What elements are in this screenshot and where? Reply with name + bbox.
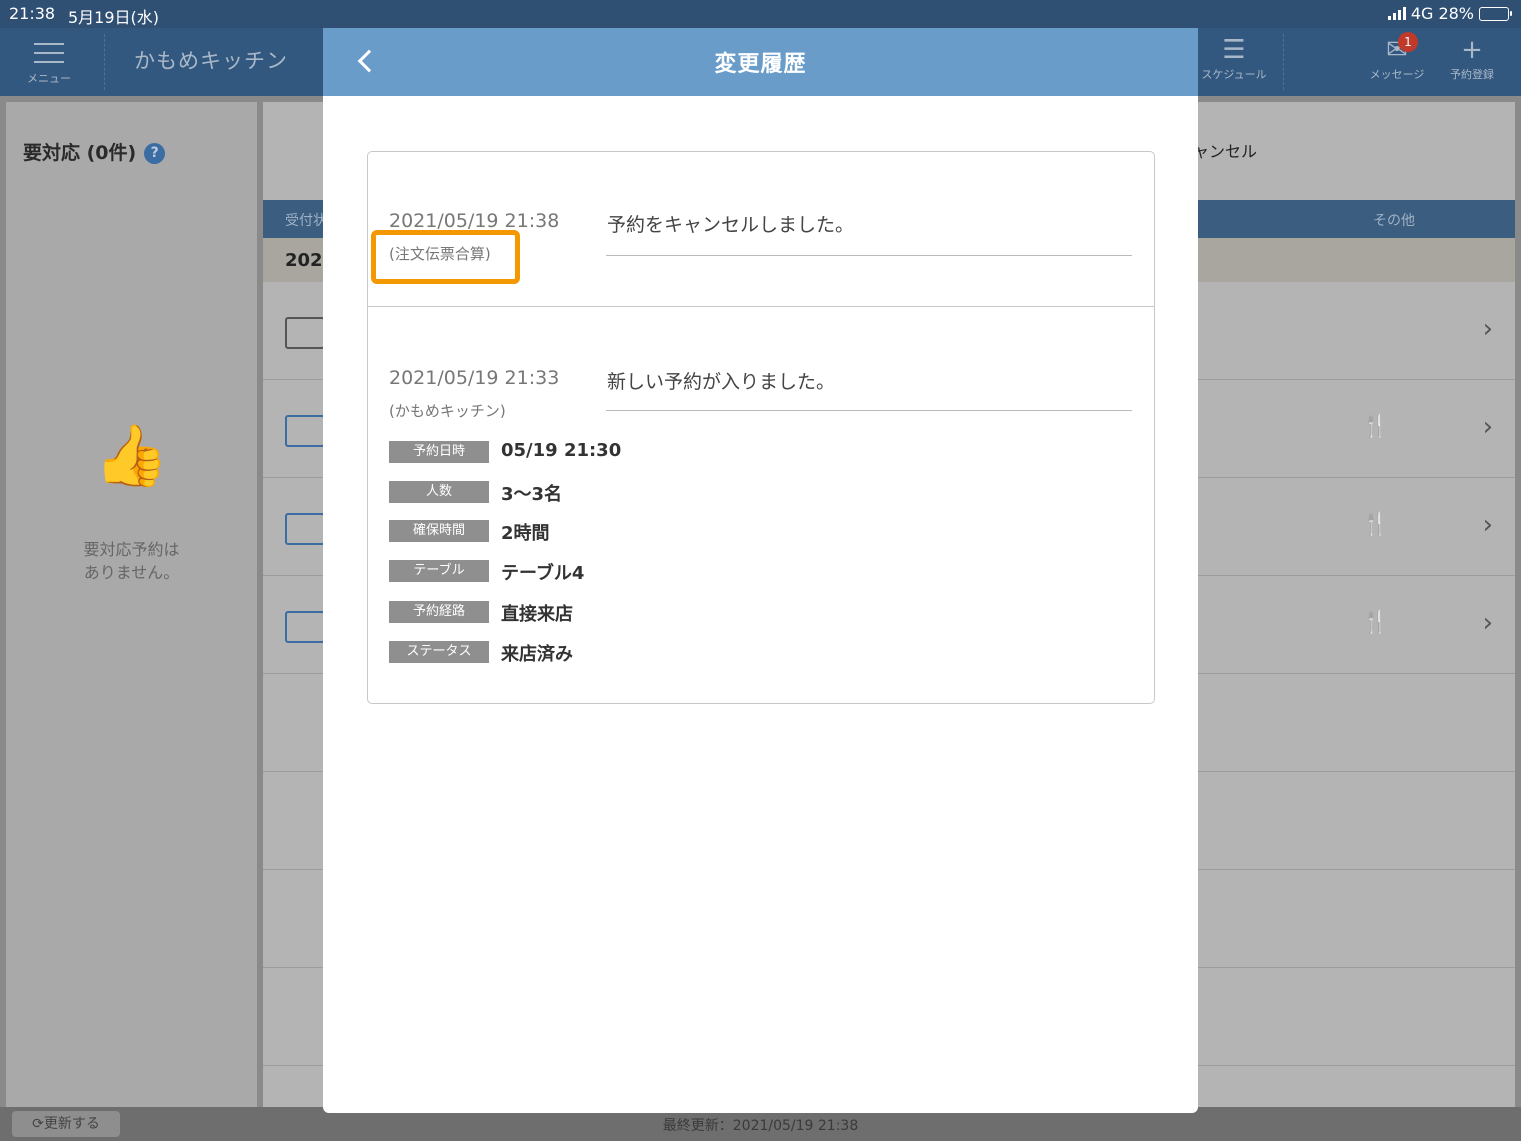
plus-icon: + bbox=[1461, 35, 1483, 65]
empty-message: 要対応予約は ありません。 bbox=[6, 538, 257, 584]
schedule-icon: ☰ bbox=[1222, 35, 1246, 65]
detail-label: 確保時間 bbox=[389, 520, 489, 542]
shop-name: かもめキッチン bbox=[134, 49, 288, 73]
detail-value: 3〜3名 bbox=[501, 484, 563, 505]
entry-divider bbox=[606, 255, 1132, 256]
detail-label: 予約日時 bbox=[389, 441, 489, 463]
chevron-right-icon: › bbox=[1482, 314, 1493, 344]
add-reservation-label: 予約登録 bbox=[1450, 68, 1494, 81]
hamburger-icon bbox=[34, 43, 64, 63]
entry-message: 予約をキャンセルしました。 bbox=[607, 214, 855, 236]
change-history-modal: 変更履歴 2021/05/19 21:38 (注文伝票合算) 予約をキャンセルし… bbox=[323, 28, 1198, 1113]
detail-label: テーブル bbox=[389, 560, 489, 582]
fork-knife-icon: 🍴 bbox=[1361, 512, 1389, 537]
battery-icon bbox=[1479, 6, 1512, 21]
chevron-right-icon: › bbox=[1482, 510, 1493, 540]
menu-button[interactable]: メニュー bbox=[22, 36, 76, 86]
signal-icon bbox=[1387, 7, 1406, 20]
chevron-right-icon: › bbox=[1482, 608, 1493, 638]
help-icon[interactable]: ? bbox=[144, 143, 166, 164]
status-bar: 21:38 5月19日(水) 4G 28% bbox=[0, 0, 1521, 28]
add-reservation-button[interactable]: + 予約登録 bbox=[1444, 34, 1500, 82]
status-tag bbox=[285, 317, 325, 349]
history-entry: 2021/05/19 21:38 (注文伝票合算) 予約をキャンセルしました。 bbox=[368, 152, 1154, 307]
detail-value: 05/19 21:30 bbox=[501, 440, 622, 461]
battery-percent: 28% bbox=[1438, 4, 1474, 23]
action-required-panel: 要対応 (0件)? 👍 要対応予約は ありません。 bbox=[6, 102, 257, 1107]
column-received: 受付状 bbox=[285, 213, 327, 229]
column-other: その他 bbox=[1373, 213, 1415, 229]
detail-value: 来店済み bbox=[501, 644, 573, 665]
modal-header: 変更履歴 bbox=[323, 28, 1198, 96]
detail-label: ステータス bbox=[389, 641, 489, 663]
action-required-title: 要対応 (0件)? bbox=[23, 138, 166, 165]
detail-value: 直接来店 bbox=[501, 604, 573, 625]
action-required-title-text: 要対応 (0件) bbox=[23, 142, 137, 164]
empty-message-line1: 要対応予約は bbox=[83, 540, 180, 559]
envelope-icon: ✉ bbox=[1386, 35, 1408, 65]
chevron-right-icon: › bbox=[1482, 412, 1493, 442]
status-indicators: 4G 28% bbox=[1387, 4, 1512, 23]
highlight-frame bbox=[371, 230, 520, 284]
modal-title: 変更履歴 bbox=[714, 52, 807, 77]
status-time: 21:38 bbox=[9, 4, 56, 23]
message-badge: 1 bbox=[1398, 32, 1418, 52]
menu-label: メニュー bbox=[27, 72, 71, 85]
detail-value: 2時間 bbox=[501, 523, 550, 544]
history-list: 2021/05/19 21:38 (注文伝票合算) 予約をキャンセルしました。 … bbox=[367, 151, 1155, 704]
header-divider bbox=[1283, 34, 1284, 90]
message-label: メッセージ bbox=[1369, 68, 1425, 81]
detail-label: 予約経路 bbox=[389, 601, 489, 623]
last-update-text: 最終更新：2021/05/19 21:38 bbox=[662, 1118, 859, 1134]
history-entry: 2021/05/19 21:33 (かもめキッチン) 新しい予約が入りました。 … bbox=[368, 307, 1154, 703]
status-date: 5月19日(水) bbox=[68, 8, 160, 27]
message-button[interactable]: ✉ 1 メッセージ bbox=[1364, 32, 1430, 82]
status-tag bbox=[285, 611, 325, 643]
network-type: 4G bbox=[1410, 4, 1434, 23]
entry-datetime: 2021/05/19 21:33 bbox=[389, 367, 560, 389]
detail-value: テーブル4 bbox=[501, 563, 585, 584]
status-tag bbox=[285, 415, 325, 447]
fork-knife-icon: 🍴 bbox=[1361, 610, 1389, 635]
status-tag bbox=[285, 513, 325, 545]
entry-divider bbox=[606, 410, 1132, 411]
fork-knife-icon: 🍴 bbox=[1361, 414, 1389, 439]
empty-message-line2: ありません。 bbox=[83, 563, 180, 582]
tab-cancel[interactable]: ャンセル bbox=[1193, 138, 1257, 162]
detail-label: 人数 bbox=[389, 481, 489, 503]
entry-message: 新しい予約が入りました。 bbox=[607, 371, 836, 393]
schedule-button[interactable]: ☰ スケジュール bbox=[1196, 34, 1272, 82]
entry-datetime: 2021/05/19 21:38 bbox=[389, 210, 560, 232]
thumbs-up-icon: 👍 bbox=[94, 421, 169, 491]
schedule-label: スケジュール bbox=[1201, 68, 1267, 81]
header-divider bbox=[104, 34, 105, 90]
entry-actor: (かもめキッチン) bbox=[389, 402, 506, 420]
